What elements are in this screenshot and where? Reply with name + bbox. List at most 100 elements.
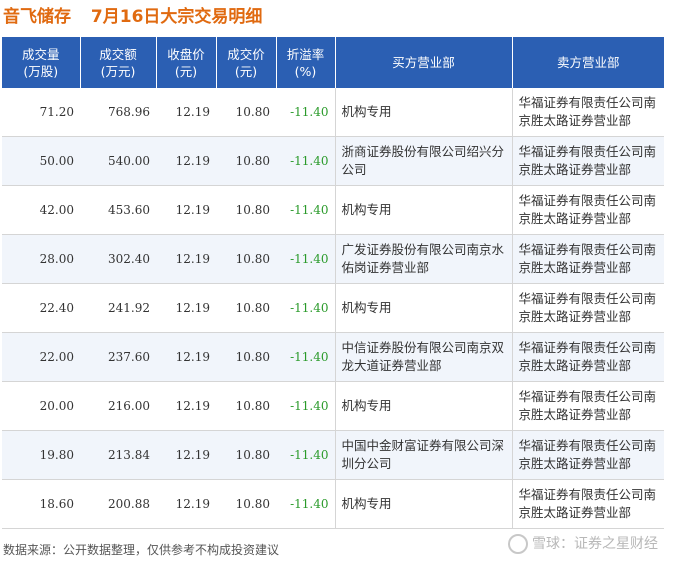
column-header: 折溢率 (%) [276,37,336,88]
table-row: 18.60 200.88 12.19 10.80 -11.40 机构专用 华福证券有限责任公… [2,479,664,529]
block-trade-table: 成交量 (万股) 成交额 (万元) 收盘价 (元) 成交价 (元) 折溢率 (%) 买方营业部 卖方营… [2,37,664,529]
column-header: 成交量 (万股) [2,37,81,88]
cell-premium-rate: -11.40 [276,234,335,284]
cell-amount: 237.60 [80,332,156,382]
cell-seller: 华福证券有限责任公司南京胜太路证券营业部 [511,283,664,333]
table-row: 19.80 213.84 12.19 10.80 -11.40 中国中金财富证券有限公司深… [2,430,664,480]
cell-volume: 22.00 [2,332,80,382]
column-header-label: 收盘价 [167,46,205,62]
cell-trade-price: 10.80 [216,332,276,382]
cell-volume: 71.20 [2,88,80,137]
table-header-row: 成交量 (万股) 成交额 (万元) 收盘价 (元) 成交价 (元) 折溢率 (%) 买方营业部 卖方营… [2,37,664,88]
cell-seller: 华福证券有限责任公司南京胜太路证券营业部 [511,234,664,284]
table-row: 71.20 768.96 12.19 10.80 -11.40 机构专用 华福证券有限责任公… [2,88,664,137]
cell-volume: 42.00 [2,185,80,235]
cell-close-price: 12.19 [156,430,216,480]
column-header-unit: (万元) [100,63,136,79]
cell-trade-price: 10.80 [216,479,276,529]
cell-amount: 213.84 [80,430,156,480]
cell-close-price: 12.19 [156,88,216,137]
column-header-unit: (%) [294,63,317,79]
cell-trade-price: 10.80 [216,381,276,431]
table-row: 50.00 540.00 12.19 10.80 -11.40 浙商证券股份有限公司绍兴分… [2,136,664,186]
cell-close-price: 12.19 [156,283,216,333]
column-header-label: 成交额 [99,46,137,62]
cell-trade-price: 10.80 [216,283,276,333]
cell-buyer: 浙商证券股份有限公司绍兴分公司 [334,136,512,186]
cell-trade-price: 10.80 [216,185,276,235]
column-header: 收盘价 (元) [156,37,217,88]
cell-premium-rate: -11.40 [276,381,335,431]
cell-premium-rate: -11.40 [276,136,335,186]
title-subtitle: 7月16日大宗交易明细 [90,7,263,27]
cell-buyer: 中信证券股份有限公司南京双龙大道证券营业部 [334,332,512,382]
page-title: 音飞储存 7月16日大宗交易明细 [3,2,262,32]
cell-premium-rate: -11.40 [276,332,335,382]
cell-buyer: 广发证券股份有限公司南京水佑岗证券营业部 [334,234,512,284]
cell-volume: 18.60 [2,479,80,529]
cell-close-price: 12.19 [156,332,216,382]
column-header-label: 成交价 [227,46,265,62]
cell-premium-rate: -11.40 [276,88,335,137]
cell-close-price: 12.19 [156,381,216,431]
column-header-unit: (元) [234,63,258,79]
column-header: 买方营业部 [335,37,513,88]
cell-volume: 22.40 [2,283,80,333]
brand-text: 雪球：证券之星财经 [532,536,658,552]
column-header: 卖方营业部 [512,37,664,88]
cell-close-price: 12.19 [156,185,216,235]
cell-buyer: 机构专用 [334,283,512,333]
table-row: 42.00 453.60 12.19 10.80 -11.40 机构专用 华福证券有限责任公… [2,185,664,235]
brand-watermark: 雪球：证券之星财经 [508,533,658,554]
snowball-logo-icon [508,534,528,554]
data-source-note: 数据来源：公开数据整理，仅供参考不构成投资建议 [3,543,280,557]
column-header-label: 折溢率 [286,46,325,62]
column-header-label: 买方营业部 [392,55,455,70]
cell-close-price: 12.19 [156,234,216,284]
cell-amount: 768.96 [80,88,156,137]
cell-volume: 50.00 [2,136,80,186]
table-row: 22.00 237.60 12.19 10.80 -11.40 中信证券股份有限公司南京双… [2,332,664,382]
cell-premium-rate: -11.40 [276,479,335,529]
column-header-unit: (万股) [23,63,59,79]
cell-volume: 28.00 [2,234,80,284]
cell-volume: 19.80 [2,430,80,480]
column-header: 成交额 (万元) [80,37,157,88]
cell-amount: 241.92 [80,283,156,333]
cell-seller: 华福证券有限责任公司南京胜太路证券营业部 [511,430,664,480]
cell-premium-rate: -11.40 [276,185,335,235]
cell-premium-rate: -11.40 [276,430,335,480]
cell-amount: 302.40 [80,234,156,284]
cell-close-price: 12.19 [156,479,216,529]
table-row: 22.40 241.92 12.19 10.80 -11.40 机构专用 华福证券有限责任公… [2,283,664,333]
cell-trade-price: 10.80 [216,234,276,284]
cell-amount: 453.60 [80,185,156,235]
cell-buyer: 机构专用 [334,479,512,529]
cell-seller: 华福证券有限责任公司南京胜太路证券营业部 [511,88,664,137]
cell-buyer: 机构专用 [334,185,512,235]
cell-buyer: 机构专用 [334,381,512,431]
stock-name: 音飞储存 [3,7,71,27]
cell-buyer: 中国中金财富证券有限公司深圳分公司 [334,430,512,480]
cell-trade-price: 10.80 [216,430,276,480]
cell-close-price: 12.19 [156,136,216,186]
cell-trade-price: 10.80 [216,88,276,137]
cell-amount: 540.00 [80,136,156,186]
column-header-unit: (元) [174,63,198,79]
cell-seller: 华福证券有限责任公司南京胜太路证券营业部 [511,185,664,235]
column-header: 成交价 (元) [216,37,277,88]
cell-premium-rate: -11.40 [276,283,335,333]
table-body: 71.20 768.96 12.19 10.80 -11.40 机构专用 华福证券有限责任公… [2,88,664,529]
cell-volume: 20.00 [2,381,80,431]
column-header-label: 成交量 [21,46,60,62]
cell-seller: 华福证券有限责任公司南京胜太路证券营业部 [511,136,664,186]
column-header-label: 卖方营业部 [556,55,620,70]
cell-seller: 华福证券有限责任公司南京胜太路证券营业部 [511,381,664,431]
cell-buyer: 机构专用 [334,88,512,137]
cell-amount: 200.88 [80,479,156,529]
cell-seller: 华福证券有限责任公司南京胜太路证券营业部 [511,332,664,382]
cell-amount: 216.00 [80,381,156,431]
table-row: 28.00 302.40 12.19 10.80 -11.40 广发证券股份有限公司南京水… [2,234,664,284]
table-row: 20.00 216.00 12.19 10.80 -11.40 机构专用 华福证券有限责任公… [2,381,664,431]
cell-seller: 华福证券有限责任公司南京胜太路证券营业部 [511,479,664,529]
